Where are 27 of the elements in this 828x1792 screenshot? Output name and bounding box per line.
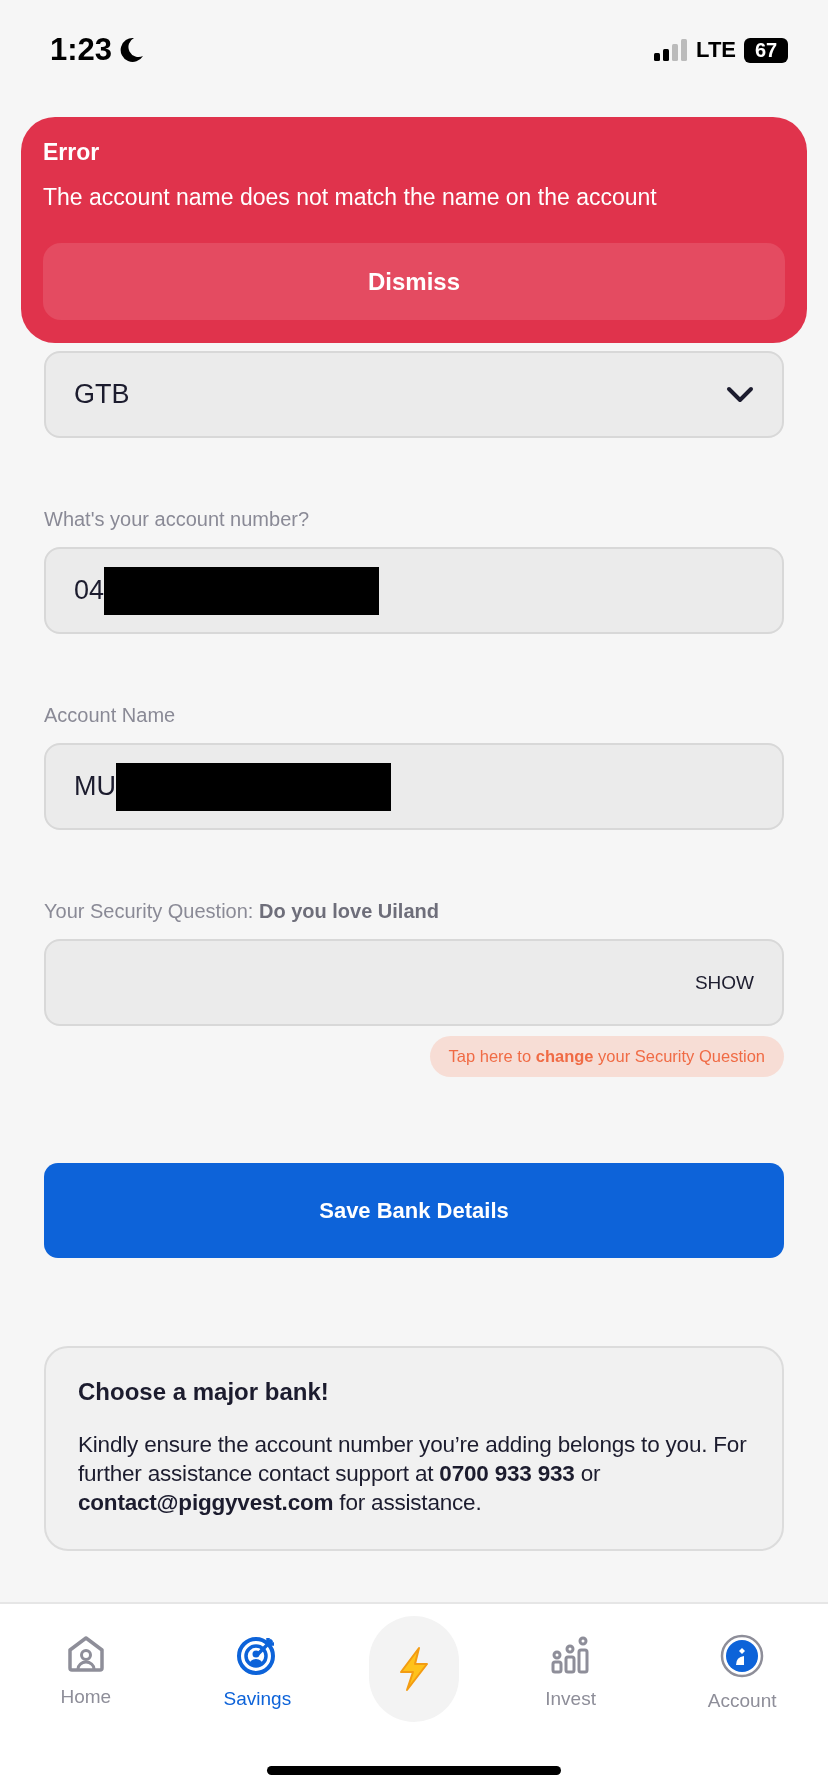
battery-indicator: 67 [744,37,788,63]
error-message: The account name does not match the name on the account [43,184,658,211]
info-title: Choose a major bank! [78,1378,330,1406]
save-button[interactable]: Save Bank Details [44,1163,784,1258]
moon-icon [120,37,145,63]
lightning-icon [397,1646,431,1692]
profile-icon [720,1634,765,1678]
tab-item[interactable]: Savings [197,1634,318,1792]
chevron-down-icon [726,385,754,404]
tab-item[interactable]: Home [25,1634,146,1792]
bar-chart-icon [549,1634,592,1676]
signal-icon [654,39,689,61]
field-label: Account Name [44,704,177,727]
status-time: 1:23 [50,32,113,68]
info-text: Kindly ensure the account number you’re adding belongs to you. For further assistance contact support at 0700 933 933 or contact@piggyvest.com for assistance. [78,1431,748,1517]
tab-item[interactable]: Invest [510,1634,631,1792]
answer-field[interactable]: SHOW [44,939,784,1026]
house-icon [65,1634,106,1674]
tab-item[interactable]: Account [682,1634,803,1792]
dismiss-button[interactable]: Dismiss [43,243,785,320]
bank-select[interactable]: GTB [44,351,784,438]
input-field[interactable]: MU [44,743,784,830]
network-label: LTE [696,37,736,63]
input-field[interactable]: 04 [44,547,784,634]
field-label: What's your account number? [44,508,311,531]
error-title: Error [43,139,100,166]
field-label: Your Security Question: Do you love Uiland [44,900,440,923]
